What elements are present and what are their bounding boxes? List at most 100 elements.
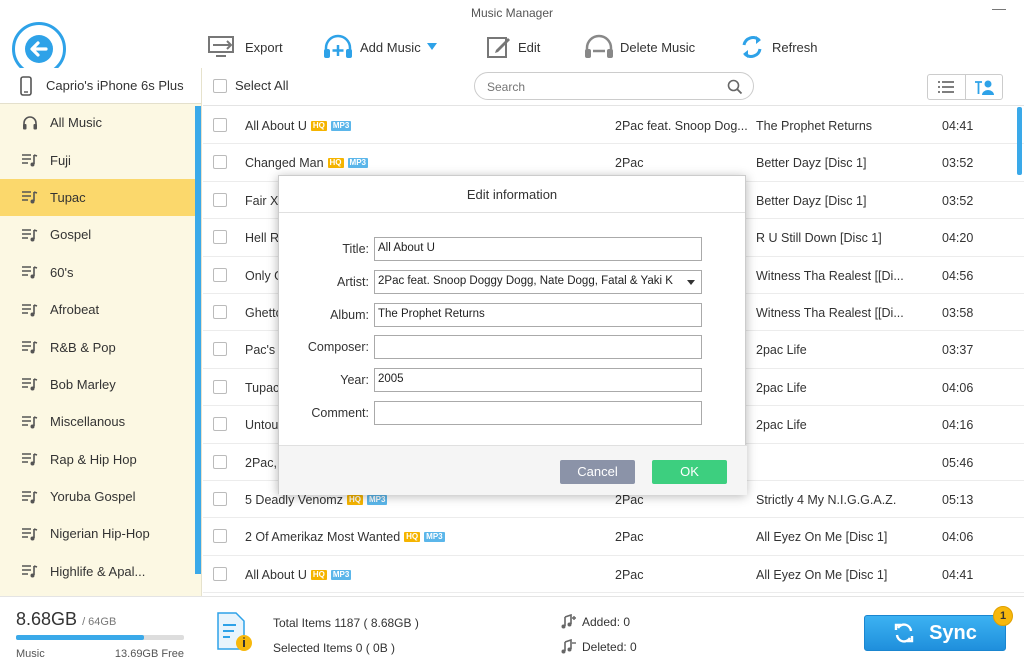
export-button[interactable]: Export	[207, 32, 283, 62]
row-checkbox[interactable]	[213, 417, 227, 432]
search-input[interactable]	[487, 78, 717, 96]
list-view-button[interactable]	[928, 75, 966, 99]
song-album: The Prophet Returns	[756, 119, 873, 133]
row-checkbox[interactable]	[213, 230, 227, 245]
dialog-footer: Cancel OK	[279, 445, 747, 495]
song-title-text: 2 Of Amerikaz Most Wanted	[245, 530, 401, 545]
added-count: Added: 0	[560, 614, 630, 630]
song-row[interactable]: All About U HQ MP3 2Pac feat. Snoop Dog... T…	[203, 107, 1024, 145]
storage-bar	[16, 635, 184, 640]
row-checkbox[interactable]	[213, 491, 227, 506]
sidebar-item[interactable]: Afrobeat	[0, 291, 201, 328]
sidebar-item[interactable]: Miscellanous	[0, 403, 201, 440]
sidebar-item-label: Rap & Hip Hop	[50, 451, 137, 467]
year-input[interactable]: 2005	[374, 368, 702, 392]
row-checkbox[interactable]	[213, 192, 227, 207]
sync-icon	[894, 623, 914, 643]
artist-value: 2Pac feat. Snoop Doggy Dogg, Nate Dogg, …	[378, 275, 673, 287]
artist-view-button[interactable]	[966, 75, 1003, 99]
device-item[interactable]: Caprio's iPhone 6s Plus	[0, 68, 201, 104]
sidebar-scrollbar[interactable]	[195, 106, 201, 574]
comment-input[interactable]	[374, 401, 702, 425]
refresh-button[interactable]: Refresh	[738, 32, 818, 62]
song-artist: 2Pac	[615, 492, 644, 507]
song-title: Untou	[245, 418, 278, 432]
selected-items: Selected Items 0 ( 0B )	[273, 641, 396, 655]
sidebar-item[interactable]: 60's	[0, 254, 201, 291]
select-all-checkbox[interactable]: Select All	[213, 78, 288, 93]
album-input[interactable]: The Prophet Returns	[374, 303, 702, 327]
song-title: 2 Of Amerikaz Most Wanted HQ MP3	[245, 530, 445, 544]
sidebar-item-label: Tupac	[50, 189, 86, 205]
sidebar-item-label: Highlife & Apal...	[50, 563, 146, 579]
ok-button[interactable]: OK	[652, 460, 727, 484]
sidebar-item[interactable]: All Music	[0, 104, 201, 141]
sync-label: Sync	[929, 621, 977, 644]
add-music-button[interactable]: Add Music	[322, 32, 437, 62]
playlist-icon	[22, 341, 38, 354]
song-album: 2pac Life	[756, 418, 807, 433]
composer-input[interactable]	[374, 335, 702, 359]
song-duration: 04:56	[942, 268, 974, 283]
title-input[interactable]: All About U	[374, 237, 702, 261]
album-label: Album:	[330, 308, 369, 322]
sidebar-item[interactable]: Nigerian Hip-Hop	[0, 515, 201, 552]
minimize-button[interactable]	[992, 2, 1006, 16]
row-checkbox[interactable]	[213, 529, 227, 544]
sidebar-item[interactable]: Highlife & Apal...	[0, 553, 201, 590]
dropdown-arrow-icon[interactable]	[426, 43, 437, 51]
song-title-text: Tupac	[245, 380, 280, 395]
storage-free: 13.69GB Free	[114, 648, 184, 660]
device-name: Caprio's iPhone 6s Plus	[46, 78, 184, 93]
list-scrollbar[interactable]	[1017, 107, 1022, 175]
row-checkbox[interactable]	[213, 155, 227, 170]
edit-label: Edit	[518, 39, 541, 55]
sidebar-item[interactable]: Tupac	[0, 178, 201, 217]
sidebar-item-label: All Music	[50, 115, 103, 131]
artist-select[interactable]: 2Pac feat. Snoop Doggy Dogg, Nate Dogg, …	[374, 270, 702, 294]
composer-field: Composer:	[279, 335, 747, 359]
row-checkbox[interactable]	[213, 118, 227, 132]
checkbox[interactable]	[213, 78, 227, 93]
sidebar: Caprio's iPhone 6s Plus All Music Fuji Tup…	[0, 68, 202, 596]
song-title-text: Untou	[245, 418, 279, 433]
edit-button[interactable]: Edit	[486, 32, 540, 62]
song-album: All Eyez On Me [Disc 1]	[756, 530, 888, 545]
song-title: All About U HQ MP3	[245, 568, 352, 582]
album-field: Album: The Prophet Returns	[279, 303, 747, 327]
row-checkbox[interactable]	[213, 566, 227, 581]
total-items: Total Items 1187 ( 8.68GB )	[273, 616, 419, 630]
sidebar-item[interactable]: Fuji	[0, 141, 201, 178]
playlist-icon	[22, 416, 38, 429]
song-title-text: Ghetto	[245, 305, 283, 320]
row-checkbox[interactable]	[213, 304, 227, 319]
row-checkbox[interactable]	[213, 379, 227, 394]
sidebar-item[interactable]: Bob Marley	[0, 366, 201, 403]
song-row[interactable]: All About U HQ MP3 2Pac All Eyez On Me [Disc…	[203, 556, 1024, 594]
song-row[interactable]: 2 Of Amerikaz Most Wanted HQ MP3 2Pac All Ey…	[203, 518, 1024, 556]
toolbar: Music Manager Export Add Music Edit Dele…	[0, 0, 1024, 76]
select-all-label: Select All	[235, 78, 289, 93]
search-box[interactable]	[474, 72, 754, 100]
row-checkbox[interactable]	[213, 342, 227, 357]
sync-button[interactable]: Sync	[864, 615, 1006, 651]
sidebar-item[interactable]: R&B & Pop	[0, 328, 201, 365]
row-checkbox[interactable]	[213, 267, 227, 282]
playlist-icon	[22, 229, 38, 242]
search-icon[interactable]	[727, 79, 743, 95]
sidebar-item[interactable]: Gospel	[0, 216, 201, 253]
sidebar-item[interactable]: Rap & Hip Hop	[0, 441, 201, 478]
refresh-icon	[742, 36, 762, 58]
playlist-icon	[22, 154, 38, 167]
chevron-down-icon	[687, 280, 695, 285]
sidebar-item[interactable]: Yoruba Gospel	[0, 478, 201, 515]
song-title: Ghetto	[245, 306, 283, 320]
song-duration: 03:58	[942, 305, 974, 320]
storage-bar-fill	[16, 635, 144, 640]
hq-badge: HQ	[310, 121, 327, 131]
song-title-text: Changed Man	[245, 156, 324, 171]
cancel-button[interactable]: Cancel	[560, 460, 635, 484]
row-checkbox[interactable]	[213, 454, 227, 469]
delete-music-button[interactable]: Delete Music	[584, 32, 695, 62]
storage-label: Music	[16, 648, 45, 660]
